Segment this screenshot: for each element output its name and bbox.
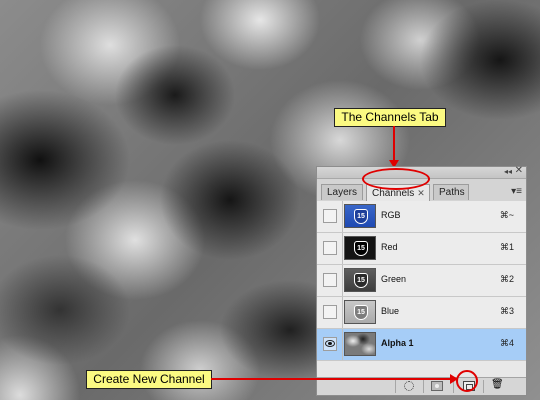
- channel-row-alpha-1[interactable]: Alpha 1 ⌘4: [317, 329, 526, 361]
- channel-thumbnail: 15: [344, 236, 376, 260]
- divider: [342, 297, 343, 328]
- create-channel-arrowhead: [450, 374, 458, 384]
- channel-thumbnail: 15: [344, 268, 376, 292]
- divider: [395, 380, 396, 393]
- tab-paths[interactable]: Paths: [433, 184, 469, 200]
- channel-name: Alpha 1: [381, 338, 414, 348]
- divider: [342, 265, 343, 296]
- trash-icon[interactable]: 🗑: [491, 379, 504, 390]
- channel-thumbnail: [344, 332, 376, 356]
- tab-layers[interactable]: Layers: [321, 184, 363, 200]
- visibility-toggle[interactable]: [323, 305, 337, 319]
- shield-icon: 15: [354, 305, 368, 320]
- visibility-toggle[interactable]: [323, 273, 337, 287]
- visibility-toggle[interactable]: [323, 241, 337, 255]
- tab-close-icon[interactable]: ✕: [417, 188, 425, 198]
- new-channel-highlight: [456, 370, 478, 392]
- channel-shortcut: ⌘2: [499, 274, 514, 284]
- divider: [423, 380, 424, 393]
- channel-row-green[interactable]: 15 Green ⌘2: [317, 265, 526, 297]
- channel-name: Red: [381, 242, 398, 252]
- channel-shortcut: ⌘4: [499, 338, 514, 348]
- channel-row-rgb[interactable]: 15 RGB ⌘~: [317, 201, 526, 233]
- channels-tab-callout: The Channels Tab: [334, 108, 446, 127]
- divider: [342, 201, 343, 232]
- close-icon[interactable]: ✕: [515, 165, 523, 177]
- shield-icon: 15: [354, 273, 368, 288]
- channel-thumbnail: 15: [344, 204, 376, 228]
- channel-row-red[interactable]: 15 Red ⌘1: [317, 233, 526, 265]
- visibility-toggle[interactable]: [323, 337, 337, 351]
- channel-list: 15 RGB ⌘~ 15 Red ⌘1 15 Green ⌘2 15 Blue …: [317, 201, 526, 361]
- shield-icon: 15: [354, 209, 368, 224]
- tab-layers-label: Layers: [327, 187, 358, 198]
- visibility-toggle[interactable]: [323, 209, 337, 223]
- save-selection-icon[interactable]: [431, 381, 443, 391]
- divider: [342, 329, 343, 360]
- channel-name: RGB: [381, 210, 401, 220]
- channel-shortcut: ⌘1: [499, 242, 514, 252]
- channels-tab-arrow-line: [393, 126, 395, 162]
- eye-icon: [325, 340, 335, 347]
- panel-menu-icon[interactable]: ▾≡: [511, 186, 522, 197]
- divider: [342, 233, 343, 264]
- tab-paths-label: Paths: [439, 187, 465, 198]
- create-channel-arrow-line: [211, 378, 453, 380]
- load-selection-icon[interactable]: [404, 381, 414, 391]
- channels-tab-highlight: [362, 168, 430, 190]
- channel-name: Green: [381, 274, 407, 284]
- channel-thumbnail: 15: [344, 300, 376, 324]
- channels-panel: ◂◂ ✕ Layers Channels ✕ Paths ▾≡ 15 RGB ⌘~…: [316, 165, 527, 396]
- collapse-icon[interactable]: ◂◂: [504, 166, 512, 178]
- create-channel-callout: Create New Channel: [86, 370, 212, 389]
- shield-icon: 15: [354, 241, 368, 256]
- divider: [483, 380, 484, 393]
- channel-shortcut: ⌘3: [499, 306, 514, 316]
- channel-row-blue[interactable]: 15 Blue ⌘3: [317, 297, 526, 329]
- channel-shortcut: ⌘~: [499, 210, 514, 220]
- channel-name: Blue: [381, 306, 400, 316]
